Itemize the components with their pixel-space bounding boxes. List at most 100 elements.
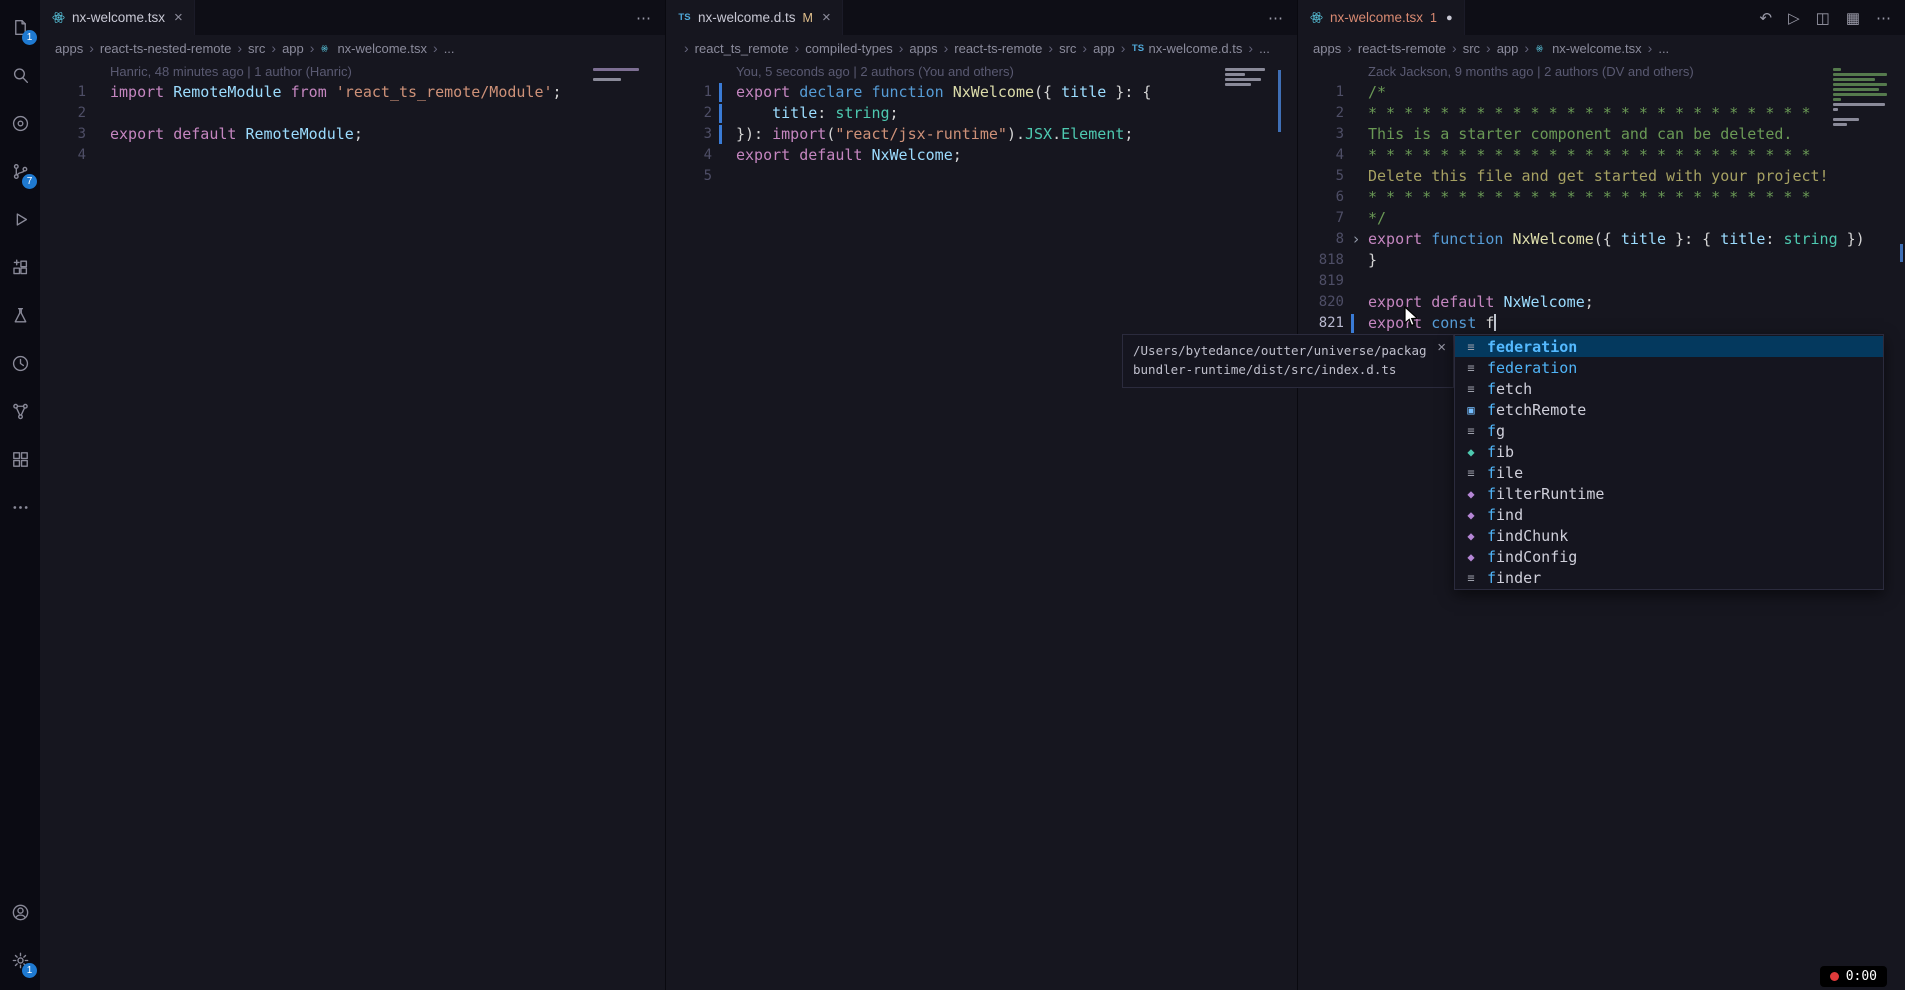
- breadcrumb-separator: ›: [1347, 40, 1352, 56]
- label-text: inder: [1496, 569, 1541, 587]
- activity-bar-top: 17: [0, 0, 40, 531]
- code-line[interactable]: 8›export function NxWelcome({ title }: {…: [1298, 229, 1905, 250]
- breadcrumb-item[interactable]: app: [1093, 41, 1115, 56]
- code-line[interactable]: 819: [1298, 271, 1905, 292]
- breadcrumb-item[interactable]: src: [248, 41, 265, 56]
- more-views-icon[interactable]: [0, 483, 40, 531]
- github-actions-icon[interactable]: [0, 435, 40, 483]
- suggestion-item[interactable]: ≡file: [1455, 462, 1883, 483]
- close-icon[interactable]: ×: [1437, 338, 1446, 357]
- token: NxWelcome: [1503, 293, 1584, 311]
- breadcrumb-item[interactable]: ...: [444, 41, 455, 56]
- code-line[interactable]: 820export default NxWelcome;: [1298, 292, 1905, 313]
- search-icon[interactable]: [0, 51, 40, 99]
- token: This is a starter component and can be d…: [1368, 125, 1792, 143]
- breadcrumb-item[interactable]: react-ts-remote: [1358, 41, 1446, 56]
- close-icon[interactable]: ×: [174, 9, 183, 26]
- code-editor[interactable]: You, 5 seconds ago | 2 authors (You and …: [666, 61, 1297, 187]
- code-line[interactable]: 4* * * * * * * * * * * * * * * * * * * *…: [1298, 145, 1905, 166]
- text-cursor: [1494, 314, 1496, 331]
- breadcrumb-item[interactable]: app: [1497, 41, 1519, 56]
- code-line[interactable]: 2 title: string;: [666, 103, 1297, 124]
- suggestion-item[interactable]: ◆fib: [1455, 441, 1883, 462]
- breadcrumb-item[interactable]: apps: [909, 41, 937, 56]
- layout-icon[interactable]: ▦: [1846, 9, 1860, 27]
- tab[interactable]: nx-welcome.tsx×: [40, 0, 195, 35]
- code-line[interactable]: 2* * * * * * * * * * * * * * * * * * * *…: [1298, 103, 1905, 124]
- code-line[interactable]: 2: [40, 103, 665, 124]
- code-editor[interactable]: Zack Jackson, 9 months ago | 2 authors (…: [1298, 61, 1905, 334]
- code-line[interactable]: 1/*: [1298, 82, 1905, 103]
- breadcrumb-item[interactable]: compiled-types: [805, 41, 892, 56]
- suggestion-item[interactable]: ≡finder: [1455, 567, 1883, 588]
- breadcrumb-item[interactable]: apps: [1313, 41, 1341, 56]
- suggestion-item[interactable]: ≡fg: [1455, 420, 1883, 441]
- suggestion-item[interactable]: ◆find: [1455, 504, 1883, 525]
- more-actions-icon[interactable]: ⋯: [1268, 9, 1283, 27]
- code-line[interactable]: 7*/: [1298, 208, 1905, 229]
- breadcrumb-item[interactable]: app: [282, 41, 304, 56]
- code-line[interactable]: 4: [40, 145, 665, 166]
- word-icon: ≡: [1462, 340, 1480, 354]
- breadcrumb-item[interactable]: nx-welcome.tsx: [320, 41, 427, 56]
- code-line[interactable]: 3This is a starter component and can be …: [1298, 124, 1905, 145]
- more-actions-icon[interactable]: ⋯: [1876, 9, 1891, 27]
- split-editor-icon[interactable]: ◫: [1816, 9, 1830, 27]
- code-line[interactable]: 5Delete this file and get started with y…: [1298, 166, 1905, 187]
- test-explorer-icon[interactable]: [0, 291, 40, 339]
- account-icon[interactable]: [0, 888, 40, 936]
- extensions-icon[interactable]: [0, 243, 40, 291]
- breadcrumb-separator: ›: [944, 40, 949, 56]
- source-control-icon[interactable]: 7: [0, 147, 40, 195]
- code-line[interactable]: 3}): import("react/jsx-runtime").JSX.Ele…: [666, 124, 1297, 145]
- run-debug-icon[interactable]: [0, 195, 40, 243]
- breadcrumb-item[interactable]: src: [1463, 41, 1480, 56]
- timeline-icon[interactable]: [0, 339, 40, 387]
- tab[interactable]: nx-welcome.tsx1●: [1298, 0, 1465, 35]
- breadcrumb-item[interactable]: src: [1059, 41, 1076, 56]
- suggestion-item[interactable]: ◆findChunk: [1455, 525, 1883, 546]
- suggestion-item[interactable]: ≡federation: [1455, 357, 1883, 378]
- code-line[interactable]: 4export default NxWelcome;: [666, 145, 1297, 166]
- code-line[interactable]: 1import RemoteModule from 'react_ts_remo…: [40, 82, 665, 103]
- tab-bar: nx-welcome.tsx1● ↶ ▷ ◫ ▦ ⋯: [1298, 0, 1905, 35]
- suggestion-item[interactable]: ≡federation: [1455, 336, 1883, 357]
- fold-icon: [1344, 187, 1368, 208]
- run-icon[interactable]: ▷: [1788, 9, 1800, 27]
- token: 'react_ts_remote/Module': [336, 83, 553, 101]
- more-actions-icon[interactable]: ⋯: [636, 9, 651, 27]
- word-icon: ≡: [1462, 424, 1480, 438]
- undo-icon[interactable]: ↶: [1760, 9, 1773, 27]
- code-editor[interactable]: Hanric, 48 minutes ago | 1 author (Hanri…: [40, 61, 665, 166]
- code-line[interactable]: 3export default RemoteModule;: [40, 124, 665, 145]
- close-icon[interactable]: ×: [822, 9, 831, 26]
- suggestion-label: fib: [1487, 443, 1514, 461]
- token: ;: [553, 83, 562, 101]
- tab[interactable]: TSnx-welcome.d.tsM×: [666, 0, 843, 35]
- code-line[interactable]: 5: [666, 166, 1297, 187]
- explorer-icon[interactable]: 1: [0, 3, 40, 51]
- code-line[interactable]: 818}: [1298, 250, 1905, 271]
- breadcrumb-item[interactable]: react_ts_remote: [695, 41, 789, 56]
- suggestion-item[interactable]: ◆filterRuntime: [1455, 483, 1883, 504]
- react-icon: [51, 10, 66, 25]
- suggestion-item[interactable]: ◆findConfig: [1455, 546, 1883, 567]
- breadcrumb-item[interactable]: react-ts-nested-remote: [100, 41, 232, 56]
- word-icon: ≡: [1462, 361, 1480, 375]
- breadcrumb-item[interactable]: nx-welcome.tsx: [1535, 41, 1642, 56]
- fold-icon[interactable]: ›: [1344, 229, 1368, 250]
- breadcrumb-item[interactable]: TSnx-welcome.d.ts: [1131, 41, 1242, 56]
- breadcrumb-item[interactable]: ...: [1259, 41, 1270, 56]
- breadcrumb-item[interactable]: react-ts-remote: [954, 41, 1042, 56]
- code-line[interactable]: 6* * * * * * * * * * * * * * * * * * * *…: [1298, 187, 1905, 208]
- breadcrumb-item[interactable]: ...: [1658, 41, 1669, 56]
- breadcrumb-item[interactable]: apps: [55, 41, 83, 56]
- settings-icon[interactable]: 1: [0, 936, 40, 984]
- suggestion-item[interactable]: ≡fetch: [1455, 378, 1883, 399]
- suggestion-item[interactable]: ▣fetchRemote: [1455, 399, 1883, 420]
- code-line[interactable]: 821export const f: [1298, 313, 1905, 334]
- references-icon[interactable]: [0, 387, 40, 435]
- label-text: ind: [1496, 506, 1523, 524]
- code-line[interactable]: 1export declare function NxWelcome({ tit…: [666, 82, 1297, 103]
- gitlens-icon[interactable]: [0, 99, 40, 147]
